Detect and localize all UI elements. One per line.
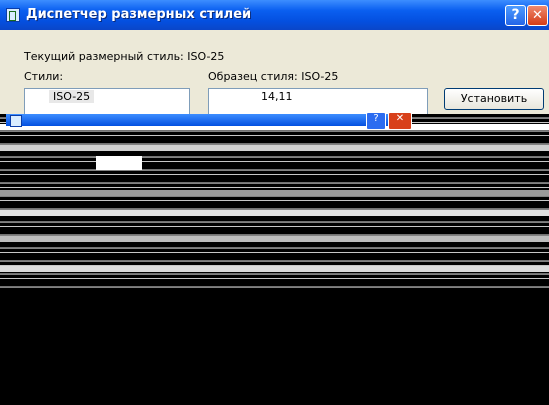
black-region xyxy=(0,288,549,405)
inner-help-button[interactable]: ? xyxy=(366,112,386,130)
help-button[interactable]: ? xyxy=(505,5,526,26)
preview-dimension-text: 14,11 xyxy=(261,90,293,103)
list-item[interactable]: ISO-25 xyxy=(49,90,95,103)
glitch-band xyxy=(0,210,549,216)
set-current-button[interactable]: Установить xyxy=(444,88,544,110)
glitch-band xyxy=(0,266,549,272)
inner-dialog-icon xyxy=(10,115,22,127)
dimension-style-manager-window: Диспетчер размерных стилей ? ✕ Текущий р… xyxy=(0,0,549,405)
inner-dialog-title-bar[interactable] xyxy=(6,114,412,126)
inner-close-button[interactable]: ✕ xyxy=(388,112,412,130)
glitch-band xyxy=(0,145,549,151)
styles-label: Стили: xyxy=(24,70,64,83)
title-bar[interactable]: Диспетчер размерных стилей ? ✕ xyxy=(0,0,549,30)
glitch-band xyxy=(0,190,549,196)
glitch-band xyxy=(0,236,549,242)
current-style-label: Текущий размерный стиль: ISO-25 xyxy=(24,50,225,63)
close-button[interactable]: ✕ xyxy=(527,5,548,26)
window-title: Диспетчер размерных стилей xyxy=(26,7,252,22)
preview-label: Образец стиля: ISO-25 xyxy=(208,70,339,83)
glitch-band xyxy=(96,156,142,170)
app-icon xyxy=(6,8,20,22)
